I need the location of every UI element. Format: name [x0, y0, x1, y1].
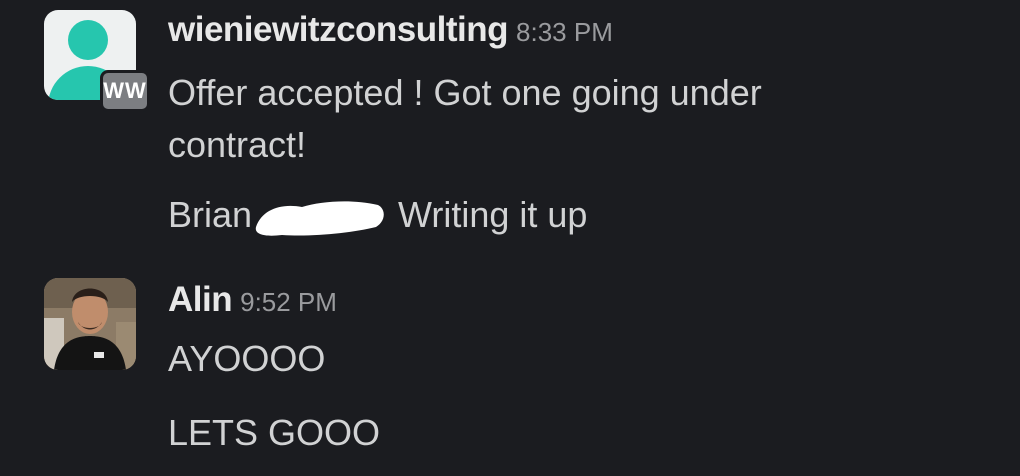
- redaction-scribble: [255, 201, 384, 237]
- followup-text-before: Brian: [168, 194, 253, 235]
- user-photo[interactable]: [44, 278, 136, 370]
- message-timestamp[interactable]: 9:52 PM: [240, 287, 337, 317]
- message-followup: Brian Writing it up: [168, 190, 587, 240]
- message-text-line: LETS GOOO: [168, 412, 381, 453]
- message-header: wieniewitzconsulting 8:33 PM: [168, 10, 613, 50]
- message-header: Alin 9:52 PM: [168, 280, 337, 320]
- message-wieniewitzconsulting: WW wieniewitzconsulting 8:33 PM Offer acc…: [0, 0, 1020, 270]
- message-alin: Alin 9:52 PM AYOOOO LETS GOOO: [0, 270, 1020, 476]
- message-text-line: contract!: [168, 124, 307, 165]
- followup-text-after: Writing it up: [388, 194, 588, 235]
- org-badge[interactable]: WW: [100, 70, 150, 112]
- sender-name[interactable]: wieniewitzconsulting: [168, 10, 509, 49]
- message-timestamp[interactable]: 8:33 PM: [516, 17, 613, 47]
- sender-name[interactable]: Alin: [168, 280, 233, 319]
- message-text-line: AYOOOO: [168, 338, 326, 379]
- message-text-line: Offer accepted ! Got one going under: [168, 72, 762, 113]
